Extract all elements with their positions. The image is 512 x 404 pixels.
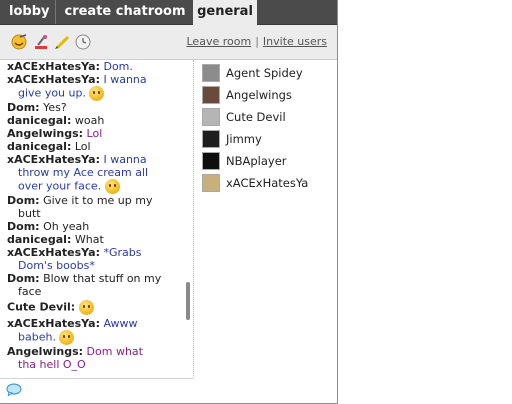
user-list-item[interactable]: Jimmy — [197, 128, 337, 150]
user-list-item[interactable]: Cute Devil — [197, 106, 337, 128]
message-text: Lol — [74, 140, 91, 153]
chat-message: xACExHatesYa: Awww babeh. — [0, 317, 193, 345]
avatar — [202, 174, 220, 192]
smiley-icon — [89, 86, 105, 101]
message-text: Lol — [86, 127, 103, 140]
speech-bubble-icon[interactable] — [6, 383, 22, 396]
tab-general[interactable]: general — [193, 0, 257, 25]
chat-message: xACExHatesYa: I wanna give you up. — [0, 73, 193, 101]
chat-message: Cute Devil: — [0, 300, 193, 315]
message-sender: Dom: — [7, 272, 40, 285]
message-sender: danicegal: — [7, 114, 72, 127]
message-text: Dom. — [103, 60, 133, 73]
avatar — [202, 108, 220, 126]
toolbar-links: Leave room | Invite users — [187, 35, 328, 48]
user-name: Angelwings — [226, 88, 292, 102]
message-text-cont: babeh. — [18, 330, 56, 344]
message-text: *Grabs — [103, 246, 142, 259]
chat-message: danicegal: What — [0, 233, 193, 246]
user-list-item[interactable]: xACExHatesYa — [197, 172, 337, 194]
clock-icon[interactable] — [75, 34, 91, 50]
chat-message: xACExHatesYa: I wanna throw my Ace cream… — [0, 153, 193, 194]
chat-message: Dom: Yes? — [0, 101, 193, 114]
invite-users-link[interactable]: Invite users — [263, 35, 327, 48]
message-sender: Dom: — [7, 194, 40, 207]
message-text: Dom what — [86, 345, 143, 358]
message-sender: xACExHatesYa: — [7, 246, 100, 259]
tab-create-chatroom[interactable]: create chatroom — [57, 0, 194, 24]
pencil-icon[interactable] — [54, 34, 70, 50]
user-list-item[interactable]: NBAplayer — [197, 150, 337, 172]
message-text: What — [74, 233, 104, 246]
message-sender: danicegal: — [7, 140, 72, 153]
message-text: woah — [74, 114, 105, 127]
message-text: Yes? — [43, 101, 67, 114]
message-sender: danicegal: — [7, 233, 72, 246]
message-sender: xACExHatesYa: — [7, 317, 100, 330]
chat-message: Dom: Blow that stuff on my face — [0, 272, 193, 298]
user-list-item[interactable]: Agent Spidey — [197, 62, 337, 84]
smiley-icon — [59, 330, 75, 345]
user-name: Agent Spidey — [226, 66, 303, 80]
message-text: Blow that stuff on my — [43, 272, 162, 285]
chat-log[interactable]: xACExHatesYa: Dom. xACExHatesYa: I wanna… — [0, 60, 194, 378]
message-text-cont2: over your face. — [18, 179, 102, 193]
message-text-cont: face — [18, 285, 42, 298]
tab-bar: lobby create chatroom general — [0, 0, 337, 25]
user-name: xACExHatesYa — [226, 176, 309, 190]
user-name: Jimmy — [226, 132, 262, 146]
chat-scrollbar-thumb[interactable] — [186, 282, 190, 320]
chat-message: Angelwings: Lol — [0, 127, 193, 140]
chat-message: danicegal: Lol — [0, 140, 193, 153]
user-name: Cute Devil — [226, 110, 286, 124]
message-sender: Dom: — [7, 220, 40, 233]
chat-message: Angelwings: Dom what tha hell O_O — [0, 345, 193, 371]
smiley-icon — [78, 300, 94, 315]
chat-message: Dom: Give it to me up my butt — [0, 194, 193, 220]
message-input-bar[interactable] — [0, 378, 193, 403]
eyedropper-icon[interactable] — [33, 34, 49, 50]
tab-lobby[interactable]: lobby — [0, 0, 56, 24]
link-separator: | — [255, 35, 259, 48]
avatar — [202, 152, 220, 170]
message-text-cont: Dom's boobs* — [18, 259, 95, 272]
message-sender: xACExHatesYa: — [7, 153, 100, 166]
chat-message: xACExHatesYa: Dom. — [0, 60, 193, 73]
chat-message: xACExHatesYa: *Grabs Dom's boobs* — [0, 246, 193, 272]
toolbar: Leave room | Invite users — [0, 25, 337, 60]
chat-window: lobby create chatroom general Leave room… — [0, 0, 338, 404]
message-text: I wanna — [103, 73, 147, 86]
avatar — [202, 86, 220, 104]
message-text: Give it to me up my — [43, 194, 153, 207]
message-text-cont: give you up. — [18, 86, 86, 100]
message-text: Awww — [103, 317, 138, 330]
message-text: Oh yeah — [43, 220, 90, 233]
user-list-item[interactable]: Angelwings — [197, 84, 337, 106]
smiley-icon — [104, 179, 120, 194]
message-text-cont: throw my Ace cream all — [18, 166, 149, 179]
message-sender: Angelwings: — [7, 127, 84, 140]
message-sender: Dom: — [7, 101, 40, 114]
message-sender: Cute Devil: — [7, 300, 76, 314]
leave-room-link[interactable]: Leave room — [187, 35, 252, 48]
chat-message: Dom: Oh yeah — [0, 220, 193, 233]
message-sender: xACExHatesYa: — [7, 73, 100, 86]
avatar — [202, 64, 220, 82]
user-name: NBAplayer — [226, 154, 287, 168]
chat-message: danicegal: woah — [0, 114, 193, 127]
message-text-cont: butt — [18, 207, 41, 220]
avatar — [202, 130, 220, 148]
message-sender: Angelwings: — [7, 345, 84, 358]
message-text: I wanna — [103, 153, 147, 166]
message-sender: xACExHatesYa: — [7, 60, 100, 73]
user-list: Agent Spidey Angelwings Cute Devil Jimmy… — [197, 62, 337, 194]
message-text-cont: tha hell O_O — [18, 358, 86, 371]
emoticon-icon[interactable] — [11, 34, 27, 50]
